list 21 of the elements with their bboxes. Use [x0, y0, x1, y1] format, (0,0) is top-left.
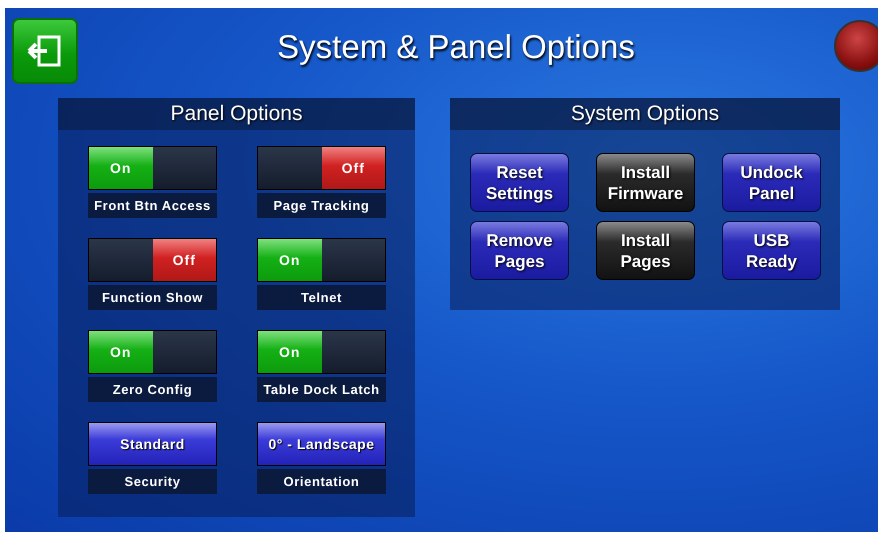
system-button[interactable]: Undock Panel: [722, 153, 821, 212]
system-button[interactable]: USB Ready: [722, 221, 821, 280]
option-button[interactable]: 0° - Landscape: [257, 422, 386, 466]
option-label: Orientation: [257, 469, 386, 494]
exit-button[interactable]: [12, 18, 78, 84]
round-button[interactable]: [834, 20, 878, 72]
option-label: Telnet: [257, 285, 386, 310]
option-label: Zero Config: [88, 377, 217, 402]
option-label: Page Tracking: [257, 193, 386, 218]
option-label: Security: [88, 469, 217, 494]
page-title: System & Panel Options: [276, 27, 636, 67]
option-label: Front Btn Access: [88, 193, 217, 218]
toggle-switch[interactable]: Off: [88, 238, 217, 282]
panel-title: Panel Options: [58, 98, 415, 130]
system-button[interactable]: Remove Pages: [470, 221, 569, 280]
panel-title: System Options: [450, 98, 840, 130]
option-label: Function Show: [88, 285, 217, 310]
option-button[interactable]: Standard: [88, 422, 217, 466]
toggle-switch[interactable]: Off: [257, 146, 386, 190]
system-button[interactable]: Reset Settings: [470, 153, 569, 212]
option-label: Table Dock Latch: [257, 377, 386, 402]
